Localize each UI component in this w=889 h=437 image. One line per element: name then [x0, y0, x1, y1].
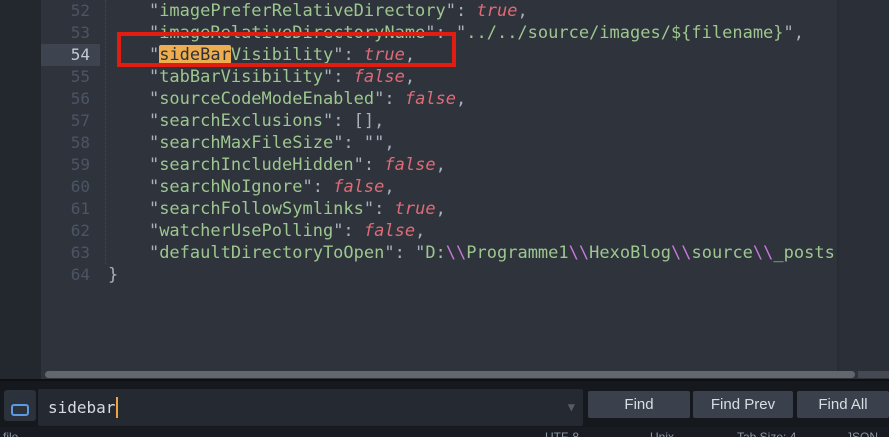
editor-left-margin — [0, 0, 41, 379]
find-button[interactable]: Find — [588, 391, 690, 418]
line-number-63[interactable]: 63 — [41, 242, 100, 264]
line-number-57[interactable]: 57 — [41, 110, 100, 132]
code-line-63[interactable]: "defaultDirectoryToOpen": "D:\\Programme… — [108, 242, 835, 264]
chevron-down-icon[interactable]: ▼ — [568, 389, 575, 426]
find-input[interactable]: sidebar ▼ — [38, 389, 583, 426]
line-number-62[interactable]: 62 — [41, 220, 100, 242]
line-number-59[interactable]: 59 — [41, 154, 100, 176]
app-window: 52535455565758596061626364 "imagePreferR… — [0, 0, 889, 437]
line-number-gutter: 52535455565758596061626364 — [41, 0, 100, 379]
wrap-guide-shade — [839, 0, 889, 371]
line-number-55[interactable]: 55 — [41, 66, 100, 88]
line-number-56[interactable]: 56 — [41, 88, 100, 110]
find-all-button[interactable]: Find All — [797, 391, 889, 418]
status-bar: file UTF-8 Unix Tab Size: 4 JSON — [0, 427, 889, 437]
line-number-54[interactable]: 54 — [41, 44, 100, 66]
find-prev-button[interactable]: Find Prev — [693, 391, 793, 418]
code-line-52[interactable]: "imagePreferRelativeDirectory": true, — [108, 0, 835, 22]
code-line-58[interactable]: "searchMaxFileSize": "", — [108, 132, 835, 154]
code-line-59[interactable]: "searchIncludeHidden": false, — [108, 154, 835, 176]
line-number-61[interactable]: 61 — [41, 198, 100, 220]
code-line-62[interactable]: "watcherUsePolling": false, — [108, 220, 835, 242]
code-line-55[interactable]: "tabBarVisibility": false, — [108, 66, 835, 88]
selection-rectangle-icon — [11, 404, 29, 416]
line-number-60[interactable]: 60 — [41, 176, 100, 198]
code-area[interactable]: "imagePreferRelativeDirectory": true, "i… — [100, 0, 889, 379]
code-line-56[interactable]: "sourceCodeModeEnabled": false, — [108, 88, 835, 110]
code-line-64[interactable]: } — [108, 264, 835, 286]
code-line-53[interactable]: "imageRelativeDirectoryName": "../../sou… — [108, 22, 835, 44]
code-line-60[interactable]: "searchNoIgnore": false, — [108, 176, 835, 198]
search-match-highlight: sideBar — [159, 45, 231, 65]
status-encoding[interactable]: UTF-8 — [545, 430, 579, 437]
line-number-53[interactable]: 53 — [41, 22, 100, 44]
horizontal-scrollbar-thumb[interactable] — [45, 371, 855, 378]
status-file-label: file — [3, 430, 18, 437]
line-number-58[interactable]: 58 — [41, 132, 100, 154]
status-line-ending[interactable]: Unix — [650, 430, 674, 437]
horizontal-scrollbar-track — [858, 371, 889, 378]
code-line-57[interactable]: "searchExclusions": [], — [108, 110, 835, 132]
line-number-64[interactable]: 64 — [41, 264, 100, 286]
status-tab-size[interactable]: Tab Size: 4 — [737, 430, 796, 437]
text-cursor — [116, 397, 118, 418]
code-editor[interactable]: 52535455565758596061626364 "imagePreferR… — [0, 0, 889, 379]
code-line-54[interactable]: "sideBarVisibility": true, — [108, 44, 835, 66]
line-number-52[interactable]: 52 — [41, 0, 100, 22]
status-language[interactable]: JSON — [846, 430, 878, 437]
indent-guide — [105, 0, 106, 264]
code-line-61[interactable]: "searchFollowSymlinks": true, — [108, 198, 835, 220]
find-in-selection-button[interactable] — [4, 390, 36, 421]
find-bar: sidebar ▼ Find Find Prev Find All — [0, 379, 889, 427]
find-query-text: sidebar — [48, 389, 115, 426]
